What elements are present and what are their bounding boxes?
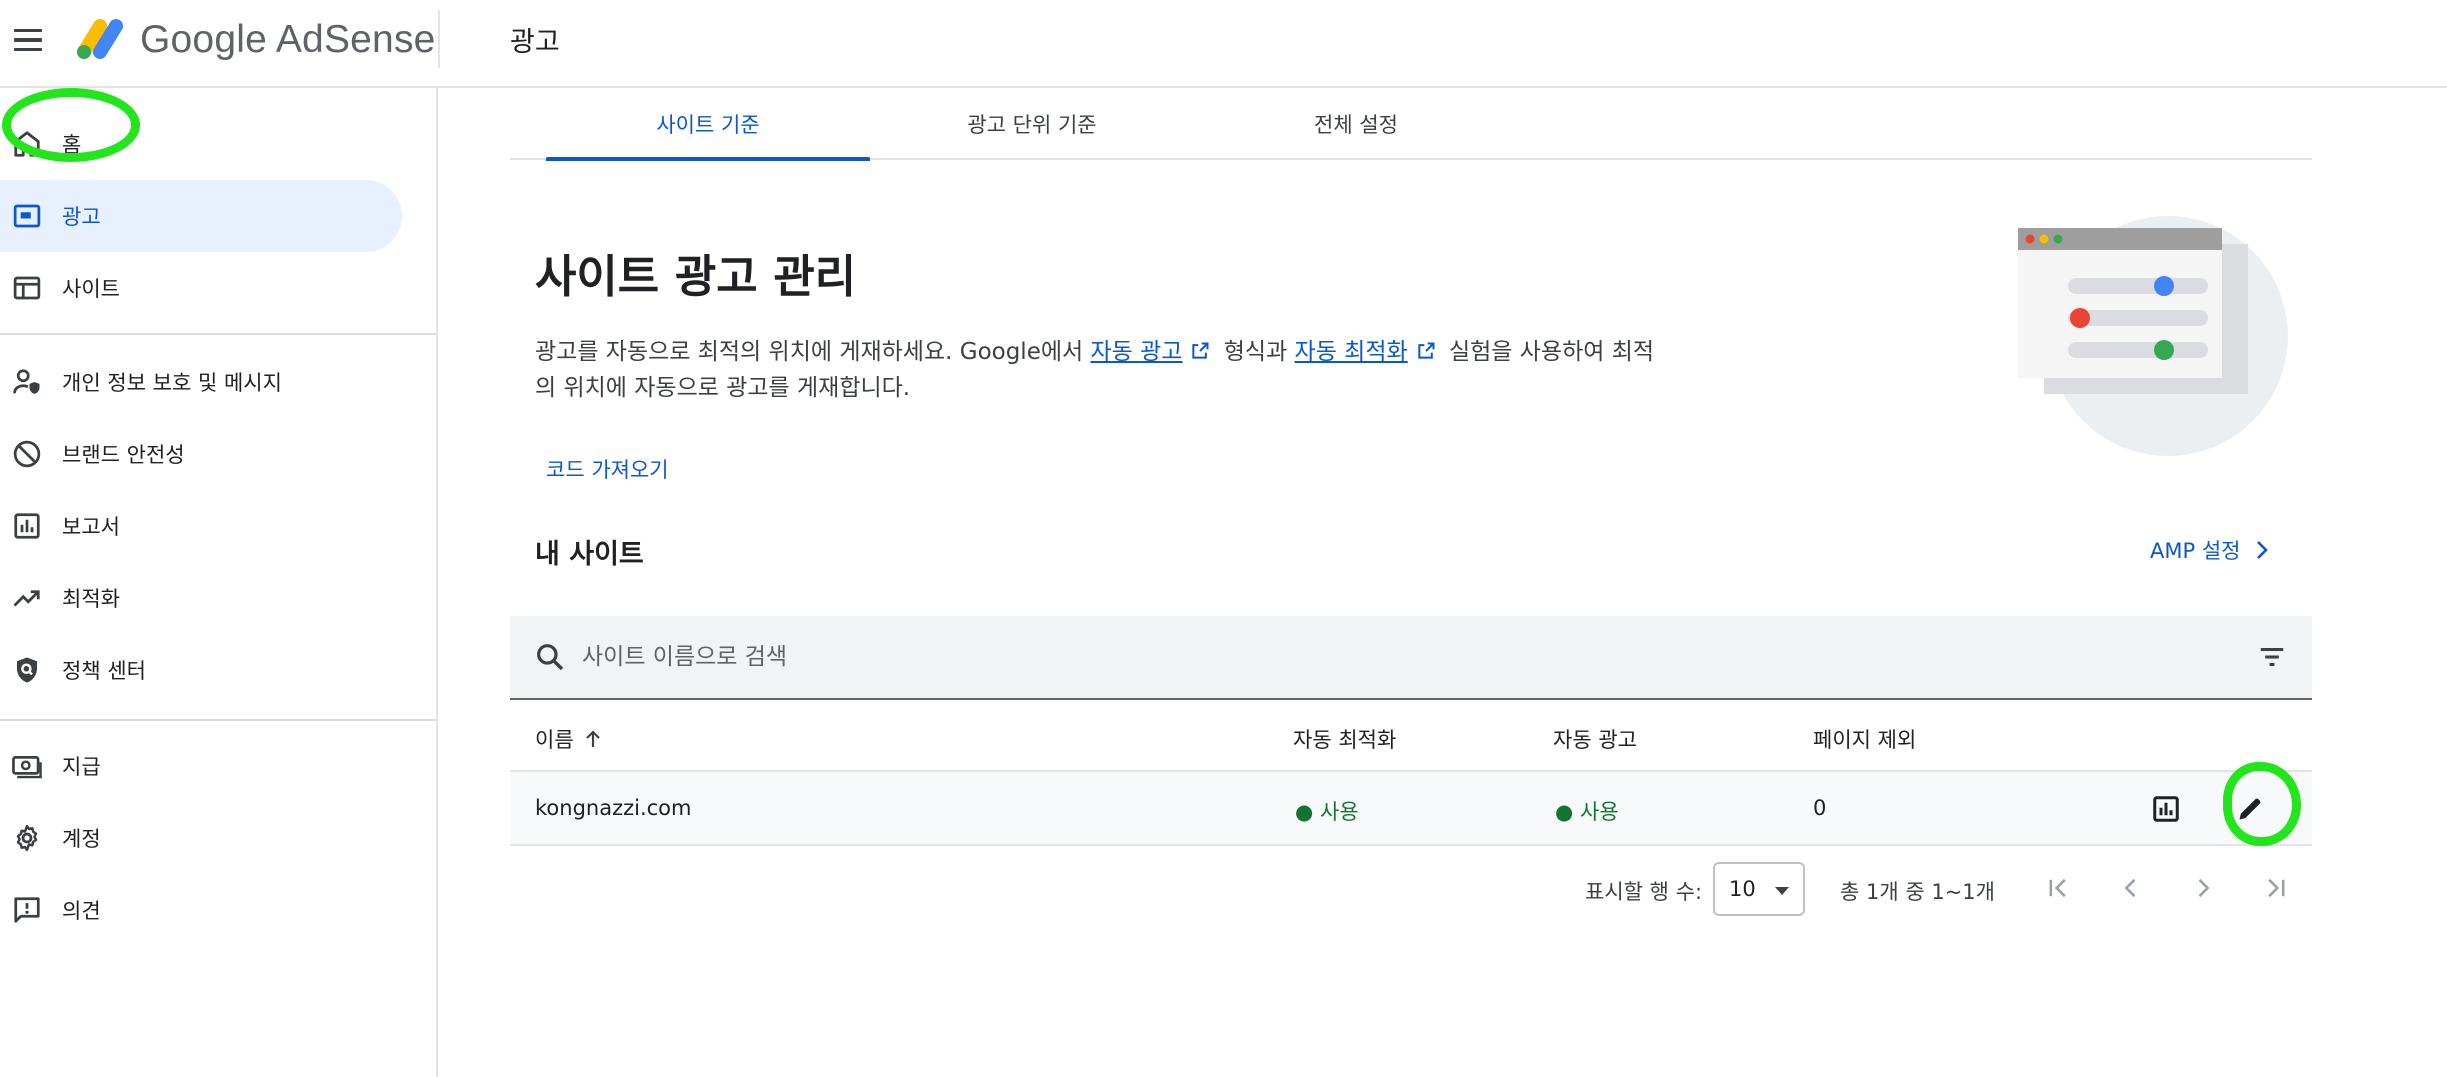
app-logo-text: Google AdSense	[140, 18, 436, 61]
site-name: kongnazzi.com	[535, 796, 692, 820]
auto-optimize-status-label: 사용	[1320, 800, 1359, 824]
sidebar-item-ads[interactable]: 광고	[0, 180, 402, 252]
trending-up-icon	[8, 579, 46, 617]
sidebar-item-brand-safety[interactable]: 브랜드 안전성	[0, 418, 402, 490]
rows-per-page-label: 표시할 행 수:	[1585, 880, 1703, 904]
sidebar-item-policy-center[interactable]: 정책 센터	[0, 634, 402, 706]
column-header-label: 이름	[535, 728, 574, 752]
site-ads-illustration	[2018, 216, 2288, 456]
gear-icon	[8, 819, 46, 857]
edit-site-button[interactable]	[2231, 790, 2269, 828]
bar-chart-icon	[2153, 796, 2179, 822]
first-page-button[interactable]	[2039, 868, 2079, 908]
amp-settings-link[interactable]: AMP 설정	[2150, 530, 2270, 570]
external-link-icon	[1418, 342, 1435, 359]
top-app-bar: Google AdSense 광고	[0, 0, 2447, 88]
header-divider	[438, 10, 440, 68]
sidebar-item-privacy-messaging[interactable]: 개인 정보 보호 및 메시지	[0, 346, 402, 418]
tab-bar: 사이트 기준 광고 단위 기준 전체 설정	[510, 88, 2312, 161]
search-icon	[537, 644, 564, 671]
tab-global-settings[interactable]: 전체 설정	[1194, 88, 1518, 160]
policy-shield-icon	[8, 651, 46, 689]
table-header: 이름 자동 최적화 자동 광고 페이지 제외	[510, 702, 2312, 772]
sidebar-item-label: 광고	[62, 205, 101, 229]
sidebar-item-account[interactable]: 계정	[0, 802, 402, 874]
tab-by-ad-unit[interactable]: 광고 단위 기준	[870, 88, 1194, 160]
dropdown-arrow-icon	[1775, 887, 1789, 895]
rows-per-page-select[interactable]: 10	[1713, 862, 1805, 916]
site-search-input[interactable]	[582, 634, 2082, 680]
sidebar-item-home[interactable]: 홈	[0, 108, 402, 180]
last-page-icon	[2268, 878, 2285, 898]
sidebar-item-sites[interactable]: 사이트	[0, 252, 402, 324]
bar-chart-icon	[8, 507, 46, 545]
sidebar-item-label: 보고서	[62, 515, 120, 539]
my-sites-title: 내 사이트	[535, 539, 644, 570]
import-code-button[interactable]: 코드 가져오기	[530, 446, 685, 492]
column-header-page-exclusions: 페이지 제외	[1813, 728, 1917, 752]
payments-icon	[8, 747, 46, 785]
sidebar-item-label: 개인 정보 보호 및 메시지	[62, 371, 282, 395]
sidebar-item-reports[interactable]: 보고서	[0, 490, 402, 562]
sidebar-divider	[0, 333, 436, 335]
table-row[interactable]: kongnazzi.com ● 사용 ● 사용 0	[510, 772, 2312, 846]
sidebar-item-label: 사이트	[62, 277, 120, 301]
feedback-icon	[8, 891, 46, 929]
description-text: 광고를 자동으로 최적의 위치에 게재하세요. Google에서	[535, 339, 1091, 365]
tab-by-site[interactable]: 사이트 기준	[546, 88, 870, 160]
auto-optimize-status: ● 사용	[1295, 800, 1359, 824]
privacy-messaging-icon	[8, 363, 46, 401]
home-icon	[8, 125, 46, 163]
arrow-up-sort-icon	[585, 730, 600, 747]
sidebar-item-payments[interactable]: 지급	[0, 730, 402, 802]
auto-ads-status-label: 사용	[1580, 800, 1619, 824]
next-page-button[interactable]	[2183, 868, 2223, 908]
auto-optimize-link[interactable]: 자동 최적화	[1295, 339, 1408, 365]
previous-page-button[interactable]	[2111, 868, 2151, 908]
sidebar-item-label: 지급	[62, 755, 101, 779]
active-tab-indicator	[546, 157, 870, 161]
filter-icon[interactable]	[2256, 642, 2288, 672]
column-header-auto-ads: 자동 광고	[1553, 728, 1637, 752]
section-description: 광고를 자동으로 최적의 위치에 게재하세요. Google에서 자동 광고 형…	[535, 334, 1655, 406]
ads-icon	[8, 197, 46, 235]
section-headline: 사이트 광고 관리	[535, 250, 857, 303]
main-menu-icon[interactable]	[12, 22, 44, 58]
column-header-auto-optimize: 자동 최적화	[1293, 728, 1397, 752]
last-page-button[interactable]	[2255, 868, 2295, 908]
sidebar-divider	[0, 719, 436, 721]
amp-settings-label: AMP 설정	[2150, 539, 2241, 563]
sidebar-nav: 홈 광고 사이트 개인 정보 보호 및 메시지 브랜드 안전성 보고서 최적화 …	[0, 88, 438, 1077]
sidebar-item-label: 홈	[62, 133, 82, 157]
external-link-icon	[1192, 342, 1209, 359]
chevron-right-icon	[2257, 541, 2269, 559]
sidebar-item-optimization[interactable]: 최적화	[0, 562, 402, 634]
auto-ads-status: ● 사용	[1555, 800, 1619, 824]
adsense-logo-icon	[77, 19, 123, 59]
pencil-edit-icon	[2239, 798, 2261, 820]
sidebar-item-label: 의견	[62, 899, 101, 923]
sites-icon	[8, 269, 46, 307]
sidebar-item-label: 최적화	[62, 587, 120, 611]
site-report-button[interactable]	[2147, 790, 2185, 828]
auto-ads-link[interactable]: 자동 광고	[1090, 339, 1182, 365]
description-text: 형식과	[1216, 339, 1295, 365]
sidebar-item-label: 정책 센터	[62, 659, 146, 683]
column-header-name[interactable]: 이름	[535, 724, 602, 754]
sidebar-item-label: 브랜드 안전성	[62, 443, 185, 467]
chevron-right-icon	[2198, 878, 2210, 898]
block-icon	[8, 435, 46, 473]
page-title: 광고	[510, 27, 560, 58]
first-page-icon	[2049, 878, 2066, 898]
site-search-bar	[510, 616, 2312, 700]
sidebar-item-feedback[interactable]: 의견	[0, 874, 402, 946]
page-exclusions-count: 0	[1813, 796, 1827, 820]
rows-per-page-value: 10	[1729, 877, 1756, 901]
sidebar-item-label: 계정	[62, 827, 101, 851]
chevron-left-icon	[2124, 878, 2136, 898]
pagination-range: 총 1개 중 1~1개	[1840, 880, 1995, 904]
